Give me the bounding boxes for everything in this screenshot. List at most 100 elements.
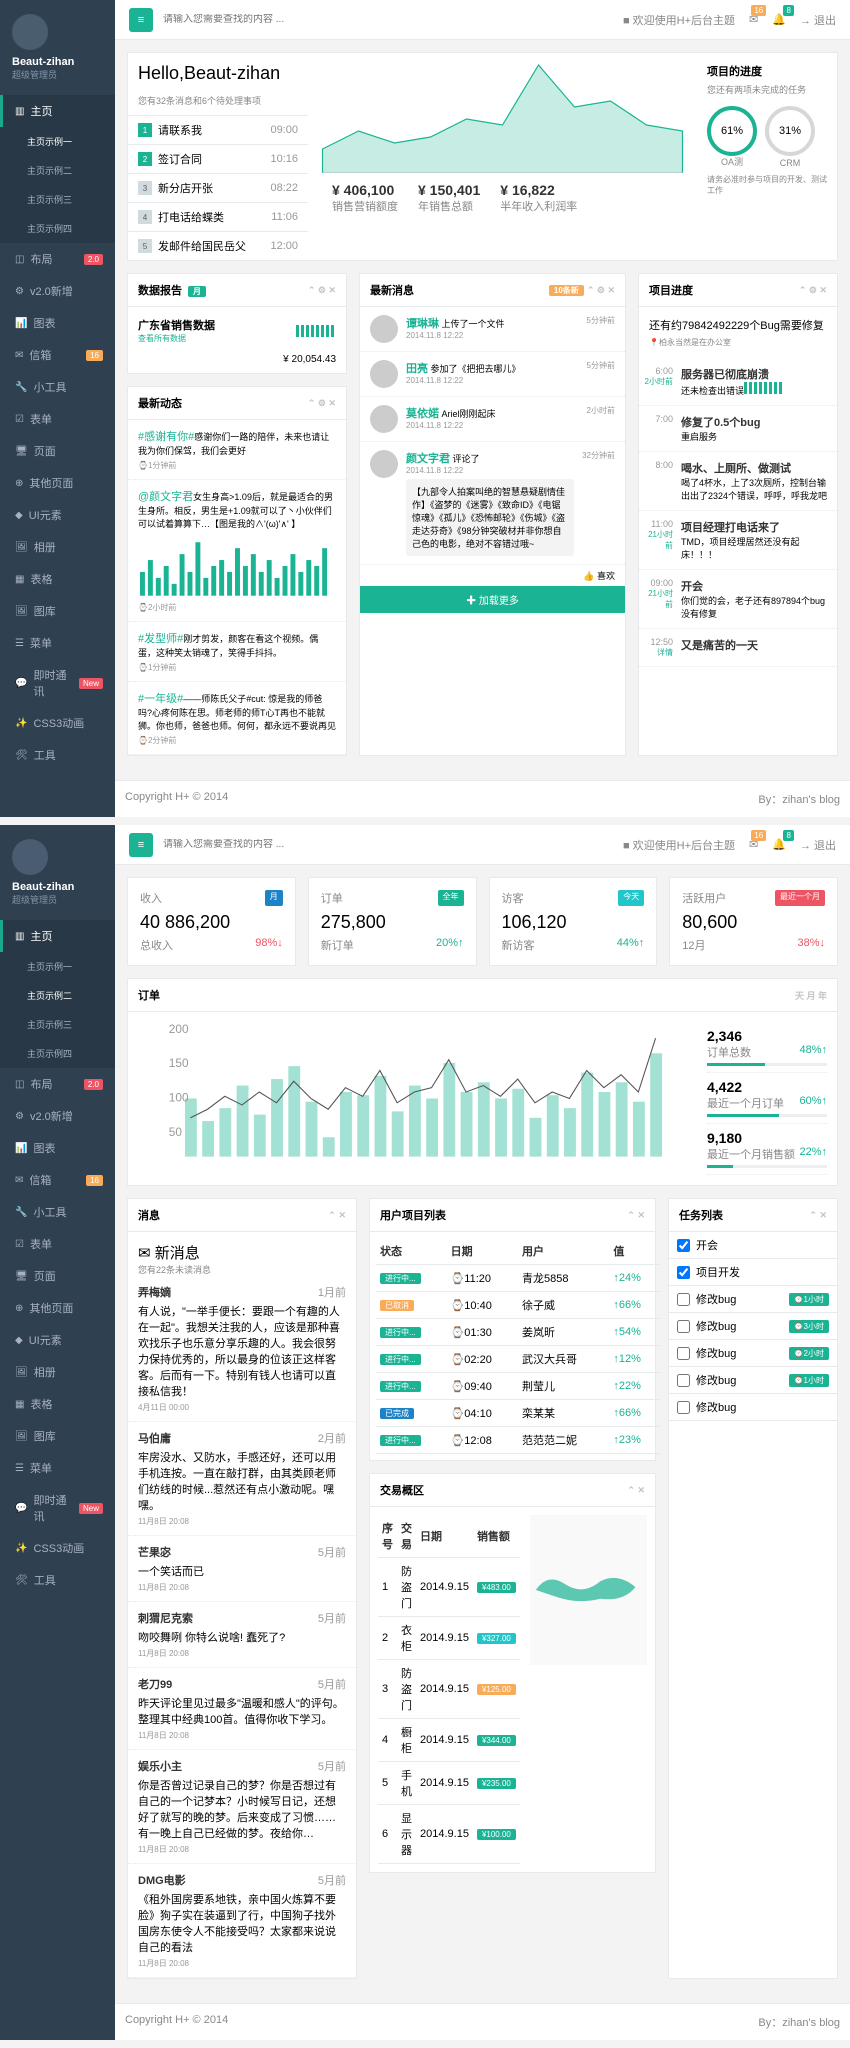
user-project-panel: 用户项目列表⌃ ✕ 状态日期用户值进行中...⌚11:20青龙5858↑24%已…	[369, 1198, 656, 1461]
greeting-sub: 您有32条消息和6个待处理事项	[128, 94, 308, 115]
task-checkbox[interactable]	[677, 1374, 690, 1387]
nav-tools[interactable]: 🛠 工具	[0, 739, 115, 771]
task-checkbox[interactable]	[677, 1293, 690, 1306]
nav-menus[interactable]: ☰ 菜单	[0, 627, 115, 659]
feed-item: 谭琳琳 上传了一个文件2014.11.8 12:225分钟前	[360, 307, 625, 352]
msg-item[interactable]: 芒果宓5月前一个笑话而已11月8日 20:08	[128, 1536, 356, 1602]
nav-im[interactable]: 💬 即时通讯New	[0, 659, 115, 707]
main: ≡ ■ 欢迎使用H+后台主题 ✉ 🔔 → 退出 Hello,Beaut-ziha…	[115, 0, 850, 817]
table-row[interactable]: 4橱柜2014.9.15¥344.00	[378, 1719, 520, 1762]
feed-avatar[interactable]	[370, 450, 398, 478]
table-row[interactable]: 已取消⌚10:40徐子威↑66%	[376, 1292, 661, 1319]
todo-item[interactable]: 3新分店开张08:22	[128, 173, 308, 202]
task-item[interactable]: 修改bug⌚3小时	[669, 1313, 837, 1340]
feed-avatar[interactable]	[370, 360, 398, 388]
nav-home4[interactable]: 主页示例四	[0, 214, 115, 243]
progress-panel: 项目的进度 您还有两项未完成的任务 61%OA测 31%CRM 请务必准时参与项…	[697, 53, 837, 260]
dyn-item: #发型师#刚才剪发，颜客在看这个视频。偶蛋，这种笑太销魂了，笑得手抖抖。⌚1分钟…	[128, 622, 346, 682]
msg-icon[interactable]: 🔔	[772, 13, 786, 26]
msg-item[interactable]: 马伯庸2月前牢房没水、又防水，手感还好，还可以用手机连按。一直在敲打群，由其类顾…	[128, 1422, 356, 1536]
task-item[interactable]: 修改bug⌚1小时	[669, 1367, 837, 1394]
table-row[interactable]: 6显示器2014.9.15¥100.00	[378, 1805, 520, 1864]
nav-home[interactable]: ▥ 主页	[0, 95, 115, 127]
tl-item: 8:00喝水、上厕所、做测试喝了4杯水，上了3次厕所，控制台输出出了2324个错…	[639, 452, 837, 511]
logout-link[interactable]: → 退出	[800, 12, 836, 28]
nav-tables[interactable]: ▦ 表格	[0, 563, 115, 595]
task-panel: 任务列表⌃ ✕ 开会 项目开发 修改bug⌚1小时 修改bug⌚3小时 修改bu…	[668, 1198, 838, 1979]
menu-toggle-2[interactable]: ≡	[129, 833, 153, 857]
order-stat: 2,346订单总数48%↑	[707, 1022, 827, 1073]
task-checkbox[interactable]	[677, 1239, 690, 1252]
notif-icon[interactable]: ✉	[749, 13, 758, 26]
task-item[interactable]: 项目开发	[669, 1259, 837, 1286]
nav-albums[interactable]: 🖼 相册	[0, 531, 115, 563]
table-row[interactable]: 5手机2014.9.15¥235.00	[378, 1762, 520, 1805]
msg-item[interactable]: 老刀995月前昨天评论里见过最多"温暖和感人"的评句。整理其中经典100首。值得…	[128, 1668, 356, 1750]
like-button[interactable]: 👍 喜欢	[360, 565, 625, 586]
table-row[interactable]: 1防盗门2014.9.15¥483.00	[378, 1558, 520, 1617]
feed-avatar[interactable]	[370, 405, 398, 433]
task-item[interactable]: 开会	[669, 1232, 837, 1259]
nav-css3[interactable]: ✨ CSS3动画	[0, 707, 115, 739]
sidebar: Beaut-zihan 超级管理员 ▥ 主页 主页示例一 主页示例二 主页示例三…	[0, 0, 115, 817]
msg-item[interactable]: DMG电影5月前《租外国房要系地铁，亲中国火炼算不要脸》狗子实在装逼到了行，中国…	[128, 1864, 356, 1978]
panel-tools[interactable]: ⌃ ⚙ ✕	[308, 285, 336, 296]
nav2-home[interactable]: ▥ 主页	[0, 920, 115, 952]
task-item[interactable]: 修改bug⌚1小时	[669, 1286, 837, 1313]
svg-text:100: 100	[169, 1091, 189, 1105]
nav-home2[interactable]: 主页示例二	[0, 156, 115, 185]
nav-widgets[interactable]: 🔧 小工具	[0, 371, 115, 403]
table-row[interactable]: 进行中...⌚11:20青龙5858↑24%	[376, 1265, 661, 1292]
hero-chart: ¥ 406,100销售营销额度 ¥ 150,401年销售总额 ¥ 16,822半…	[320, 53, 685, 260]
todo-item[interactable]: 5发邮件给国民岳父12:00	[128, 231, 308, 260]
project-progress-panel: 项目进度⌃ ⚙ ✕ 还有约79842492229个Bug需要修复 📍柏永当然是在…	[638, 273, 838, 756]
nav-mail[interactable]: ✉ 信箱16	[0, 339, 115, 371]
sidebar-2: Beaut-zihan 超级管理员 ▥ 主页 主页示例一 主页示例二 主页示例三…	[0, 825, 115, 2040]
table-row[interactable]: 3防盗门2014.9.15¥125.00	[378, 1660, 520, 1719]
tl-item: 7:00修复了0.5个bug重启服务	[639, 406, 837, 452]
task-item[interactable]: 修改bug	[669, 1394, 837, 1421]
report-link[interactable]: 查看所有数据	[138, 333, 215, 344]
nav-layout[interactable]: ◫ 布局2.0	[0, 243, 115, 275]
load-more-button[interactable]: ✚ 加载更多	[360, 586, 625, 613]
table-row[interactable]: 进行中...⌚02:20武汉大兵哥↑12%	[376, 1346, 661, 1373]
task-checkbox[interactable]	[677, 1266, 690, 1279]
nav-pages[interactable]: 🖥 页面	[0, 435, 115, 467]
nav-home3[interactable]: 主页示例三	[0, 185, 115, 214]
menu-toggle[interactable]: ≡	[129, 8, 153, 32]
table-row[interactable]: 进行中...⌚12:08范范范二妮↑23%	[376, 1427, 661, 1454]
task-checkbox[interactable]	[677, 1401, 690, 1414]
nav-other[interactable]: ⊕ 其他页面	[0, 467, 115, 499]
feed-item: 颜文字君 评论了2014.11.8 12:22【九部令人拍案叫绝的智慧悬疑剧情佳…	[360, 442, 625, 565]
footer-link[interactable]: By：zihan's blog	[758, 791, 840, 807]
table-row[interactable]: 2衣柜2014.9.15¥327.00	[378, 1617, 520, 1660]
orders-tabs[interactable]: 天 月 年	[795, 989, 827, 1002]
nav-ui[interactable]: ◆ UI元素	[0, 499, 115, 531]
task-checkbox[interactable]	[677, 1347, 690, 1360]
report-spark	[296, 325, 336, 337]
todo-item[interactable]: 1请联系我09:00	[128, 115, 308, 144]
search-input[interactable]	[163, 14, 613, 25]
avatar[interactable]	[12, 14, 48, 50]
nav-v2[interactable]: ⚙ v2.0新增	[0, 275, 115, 307]
msg-item[interactable]: 娱乐小主5月前你是否曾过记录自己的梦？你是否想过有自己的一个记梦本？小时候写日记…	[128, 1750, 356, 1864]
donut-crm: 31%CRM	[765, 106, 815, 156]
table-row[interactable]: 进行中...⌚09:40荆莹儿↑22%	[376, 1373, 661, 1400]
table-row[interactable]: 进行中...⌚01:30姜岚昕↑54%	[376, 1319, 661, 1346]
todo-item[interactable]: 4打电话给蝶类11:06	[128, 202, 308, 231]
dyn-item: @颜文字君女生身高>1.09后，就是最适合的男生身所。相反，男生是+1.09就可…	[128, 480, 346, 622]
table-row[interactable]: 已完成⌚04:10栾某某↑66%	[376, 1400, 661, 1427]
nav-home1[interactable]: 主页示例一	[0, 127, 115, 156]
msg-item[interactable]: 弄梅嫡1月前有人说，"一举手便长：要跟一个有趣的人在一起"。我想关注我的人，应该…	[128, 1276, 356, 1422]
feed-avatar[interactable]	[370, 315, 398, 343]
todo-item[interactable]: 2签订合同10:16	[128, 144, 308, 173]
order-stat: 9,180最近一个月销售额22%↑	[707, 1124, 827, 1175]
nav-forms[interactable]: ☑ 表单	[0, 403, 115, 435]
footer: Copyright H+ © 2014By：zihan's blog	[115, 780, 850, 817]
svg-text:50: 50	[169, 1125, 183, 1139]
nav-gallery[interactable]: 🖼 图库	[0, 595, 115, 627]
task-item[interactable]: 修改bug⌚2小时	[669, 1340, 837, 1367]
task-checkbox[interactable]	[677, 1320, 690, 1333]
msg-item[interactable]: 刺猬尼克索5月前吻咬舞咧 你特么说啥! 蠢死了?11月8日 20:08	[128, 1602, 356, 1668]
nav-charts[interactable]: 📊 图表	[0, 307, 115, 339]
